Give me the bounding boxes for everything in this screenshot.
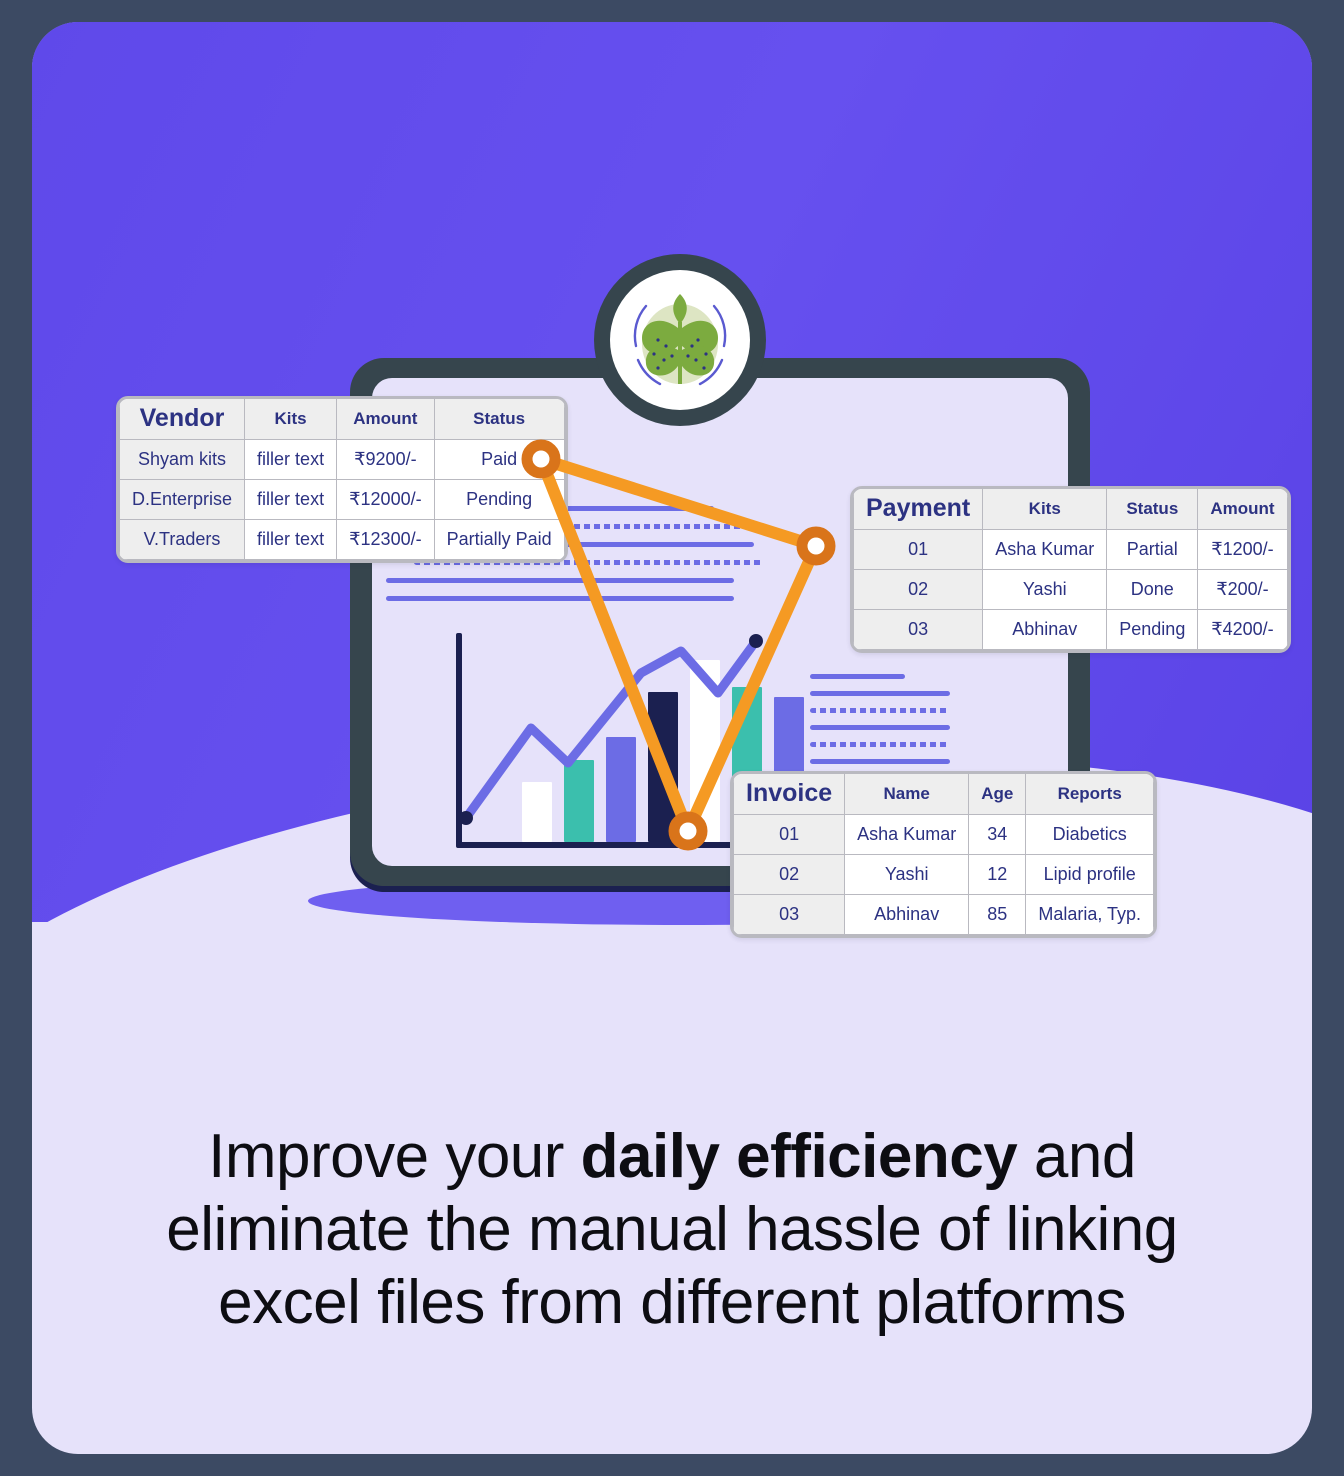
doc-lines-right xyxy=(810,674,1010,764)
table-cell: 02 xyxy=(733,853,846,895)
table-cell: Partial xyxy=(1106,528,1199,570)
table-row[interactable]: 02 Yashi Done ₹200/- xyxy=(852,568,1288,610)
column-header-kits: Kits xyxy=(244,399,338,440)
table-cell: Pending xyxy=(1106,608,1199,650)
table-row[interactable]: V.Traders filler text ₹12300/- Partially Pa… xyxy=(118,518,565,560)
table-cell: ₹9200/- xyxy=(336,438,435,480)
table-cell: 85 xyxy=(968,893,1027,935)
table-cell: ₹200/- xyxy=(1197,568,1288,610)
logo-circle xyxy=(610,270,750,410)
table-cell: ₹12000/- xyxy=(336,478,435,520)
table-cell: ₹1200/- xyxy=(1197,528,1288,570)
column-header-invoice: Invoice xyxy=(733,774,846,815)
table-cell: Diabetics xyxy=(1025,813,1155,855)
table-cell: Malaria, Typ. xyxy=(1025,893,1155,935)
table-row[interactable]: D.Enterprise filler text ₹12000/- Pending xyxy=(118,478,565,520)
table-cell: Yashi xyxy=(982,568,1108,610)
table-cell: Abhinav xyxy=(982,608,1108,650)
table-cell: filler text xyxy=(244,438,338,480)
table-header-row: Invoice Name Age Reports xyxy=(733,774,1155,815)
table-cell: filler text xyxy=(244,518,338,560)
table-cell: Paid xyxy=(433,438,565,480)
column-header-kits: Kits xyxy=(982,489,1108,530)
table-cell: Asha Kumar xyxy=(844,813,970,855)
caption-part1: Improve your xyxy=(208,1122,581,1191)
table-cell: Asha Kumar xyxy=(982,528,1108,570)
promo-card: Vendor Kits Amount Status Shyam kits filler … xyxy=(32,22,1312,1454)
table-cell: 03 xyxy=(733,893,846,935)
table-cell: 01 xyxy=(733,813,846,855)
table-cell: Pending xyxy=(433,478,565,520)
column-header-age: Age xyxy=(968,774,1027,815)
column-header-status: Status xyxy=(433,399,565,440)
table-cell: 34 xyxy=(968,813,1027,855)
table-cell: D.Enterprise xyxy=(118,478,246,520)
column-header-vendor: Vendor xyxy=(118,399,246,440)
table-cell: filler text xyxy=(244,478,338,520)
vendor-table[interactable]: Vendor Kits Amount Status Shyam kits filler … xyxy=(116,396,568,563)
logo-badge xyxy=(594,254,766,426)
caption-text: Improve your daily efficiency and elimin… xyxy=(32,1120,1312,1339)
column-header-payment: Payment xyxy=(852,489,984,530)
doc-lines-left-lower xyxy=(386,578,734,614)
column-header-name: Name xyxy=(844,774,970,815)
table-cell: Shyam kits xyxy=(118,438,246,480)
leaf-plant-icon xyxy=(633,294,727,386)
table-header-row: Payment Kits Status Amount xyxy=(852,489,1288,530)
column-header-status: Status xyxy=(1106,489,1199,530)
table-cell: 02 xyxy=(852,568,984,610)
table-row[interactable]: Shyam kits filler text ₹9200/- Paid xyxy=(118,438,565,480)
column-header-amount: Amount xyxy=(1197,489,1288,530)
table-cell: Abhinav xyxy=(844,893,970,935)
screenshot-root: Vendor Kits Amount Status Shyam kits filler … xyxy=(0,0,1344,1476)
invoice-table-grid: Invoice Name Age Reports 01 Asha Kumar 34 Diab… xyxy=(733,774,1155,935)
table-cell: Yashi xyxy=(844,853,970,895)
invoice-table[interactable]: Invoice Name Age Reports 01 Asha Kumar 34 Diab… xyxy=(730,771,1158,938)
table-cell: 03 xyxy=(852,608,984,650)
column-header-reports: Reports xyxy=(1025,774,1155,815)
table-cell: 01 xyxy=(852,528,984,570)
table-cell: 12 xyxy=(968,853,1027,895)
table-row[interactable]: 03 Abhinav Pending ₹4200/- xyxy=(852,608,1288,650)
table-cell: ₹12300/- xyxy=(336,518,435,560)
table-cell: V.Traders xyxy=(118,518,246,560)
caption-bold: daily efficiency xyxy=(580,1122,1018,1191)
table-cell: Done xyxy=(1106,568,1199,610)
vendor-table-grid: Vendor Kits Amount Status Shyam kits filler … xyxy=(118,399,565,560)
column-header-amount: Amount xyxy=(336,399,435,440)
table-row[interactable]: 01 Asha Kumar Partial ₹1200/- xyxy=(852,528,1288,570)
payment-table[interactable]: Payment Kits Status Amount 01 Asha Kumar Part… xyxy=(850,486,1291,653)
table-header-row: Vendor Kits Amount Status xyxy=(118,399,565,440)
table-cell: Partially Paid xyxy=(433,518,565,560)
table-cell: ₹4200/- xyxy=(1197,608,1288,650)
table-row[interactable]: 01 Asha Kumar 34 Diabetics xyxy=(733,813,1155,855)
payment-table-grid: Payment Kits Status Amount 01 Asha Kumar Part… xyxy=(852,489,1288,650)
table-row[interactable]: 03 Abhinav 85 Malaria, Typ. xyxy=(733,893,1155,935)
table-cell: Lipid profile xyxy=(1025,853,1155,895)
table-row[interactable]: 02 Yashi 12 Lipid profile xyxy=(733,853,1155,895)
